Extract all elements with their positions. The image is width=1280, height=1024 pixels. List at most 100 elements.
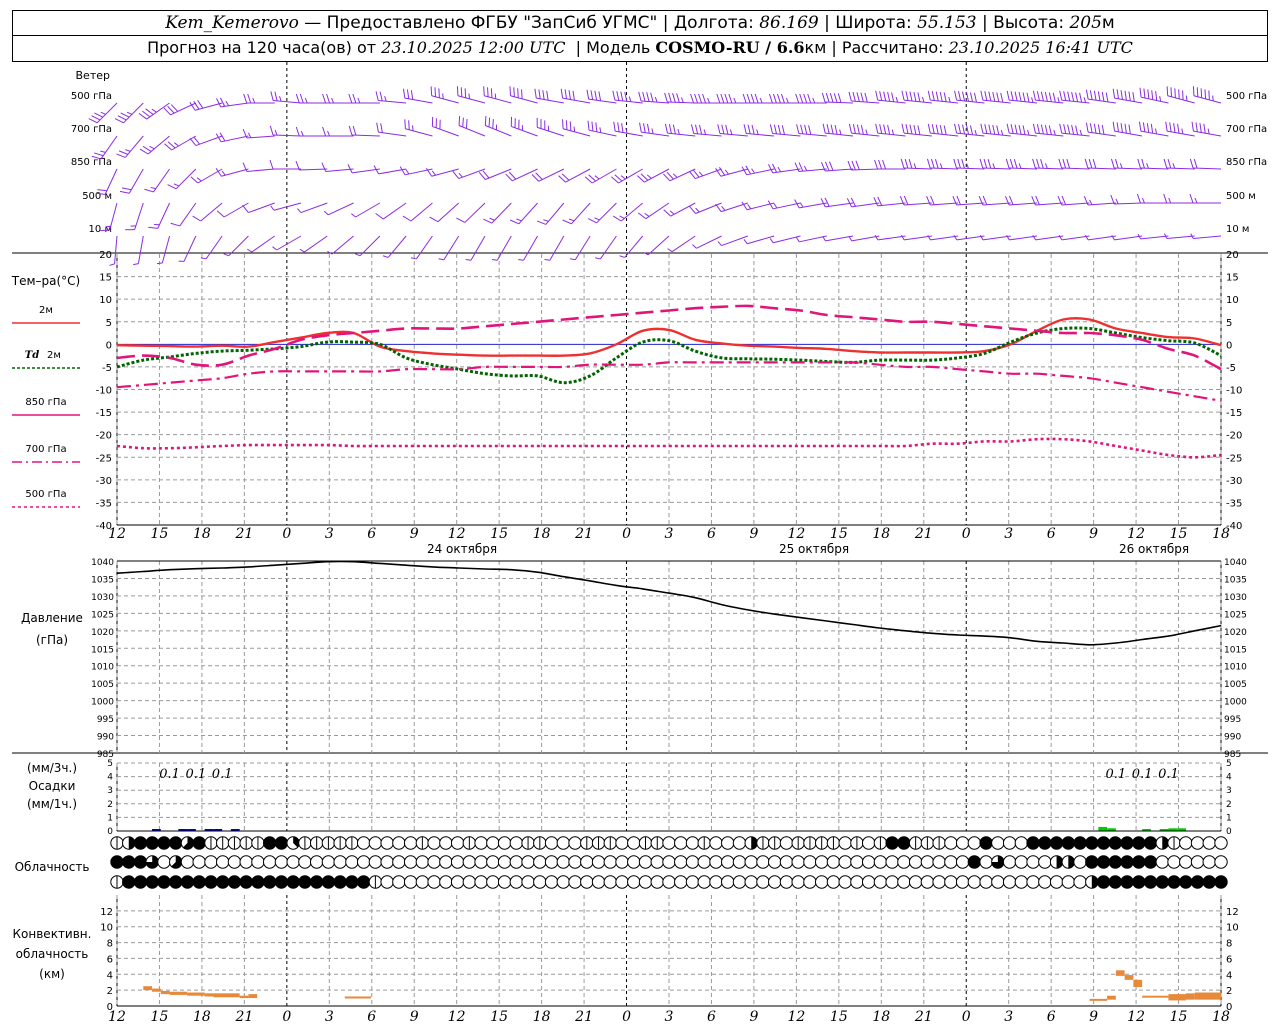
wind-barb [322,126,354,137]
x-tick-label: 3 [665,526,674,542]
wind-barb-half [516,218,522,222]
wind-barb-staff [773,235,801,244]
cloud-circle [544,836,559,850]
wind-barb-flag [148,226,158,229]
wind-barb-flag [820,198,826,208]
wind-barb [402,202,433,222]
cloud-circle [803,855,817,869]
wind-barb-staff [614,99,643,104]
wind-barb-flag [568,90,571,100]
wind-barb-flag [883,91,887,102]
cloud-symbol [415,875,430,889]
wind-barb-flag [586,89,590,100]
wind-barb-half [221,170,226,176]
wind-barb-flag [1014,124,1018,135]
wind-barb-half [109,263,115,266]
wind-barb-staff [272,134,302,137]
x-tick-label: 18 [872,526,890,542]
wind-barb-staff [772,202,801,210]
wind-barb-flag [1199,123,1202,133]
y-tick-label: 10 [100,923,113,934]
cloud-fill [885,836,899,850]
cloud-symbol [309,875,324,889]
wind-barb-staff [596,202,617,224]
wind-barb-flag [962,91,966,102]
cloud-symbol [944,836,958,850]
convective-bar [1150,995,1169,998]
cloud-symbol [544,875,559,889]
wind-barb-flag [1022,125,1026,135]
wind-barb-staff [153,168,170,193]
wind-barb-half [1018,163,1022,169]
cloud-circle [955,836,970,850]
wind-barb-flag [1014,91,1018,102]
cloud-symbol [979,855,993,869]
cloud-symbol [486,836,500,850]
cloud-symbol [944,855,958,869]
wind-barb-flag [879,91,883,101]
y-tick-label: 1 [107,813,113,823]
wind-barb [536,202,565,225]
wind-barb-flag [613,121,616,132]
wind-barb-half [573,126,576,132]
wind-barb-flag [1101,124,1105,135]
wind-barb-flag [192,215,201,222]
wind-barb-staff [747,235,775,245]
wind-barb-flag [487,87,489,97]
y-tick-label: 0 [1226,1002,1232,1013]
wind-barb-flag [590,90,594,100]
wind-barb-half [759,97,763,104]
cloud-symbol [756,836,770,850]
wind-barb-staff [128,168,144,194]
wind-barb-flag [725,124,729,135]
wind-barb-flag [1044,124,1048,135]
wind-barb-flag [1178,89,1180,99]
cloud-symbol [897,836,911,850]
wind-barb-staff [223,202,249,218]
cloud-symbol [814,855,829,869]
wind-barb-flag [992,124,996,135]
cloud-symbol [591,836,606,850]
wind-barb-flag [646,123,650,134]
wind-barb-half [105,225,111,228]
wind-barb-half [465,258,472,261]
cloud-circle [709,855,723,869]
cloud-fill [134,836,147,850]
cloud-fill [122,855,135,869]
wind-barb-flag [513,87,515,97]
wind-barb [769,124,801,137]
wind-barb [246,235,276,253]
cloud-symbol [521,875,535,889]
wind-barb-staff [183,235,197,262]
wind-barb [1085,234,1116,241]
wind-barb-half [654,96,658,103]
cloud-symbol [932,875,946,889]
wind-barb-staff [1088,98,1116,104]
cloud-symbol [110,836,124,850]
cloud-symbol [1155,836,1169,850]
cloud-symbol [497,875,512,889]
wind-barb-flag [509,86,512,96]
wind-barb-half [891,129,895,135]
wind-barb [243,93,275,104]
wind-barb [1059,123,1090,137]
cloud-fill [298,875,312,889]
wind-barb-flag [170,222,180,227]
x-tick-label: 15 [830,526,848,542]
cloud-symbol [1132,875,1146,889]
wind-barb-flag [664,92,668,103]
cloud-symbol [650,855,664,869]
y-tick-label: -30 [96,476,112,487]
x-tick-label: 3 [325,1009,334,1024]
cloud-symbol [732,836,747,850]
wind-barb-flag [462,117,464,128]
cloud-circle [721,836,735,850]
cloud-symbol [627,836,641,850]
cloud-circle [662,875,676,889]
temp-title: Тем–ра(°C) [11,274,80,288]
wind-barb-flag [934,159,939,169]
wind-barb-flag [650,92,654,103]
cloud-symbol [861,855,876,869]
x-tick-label: 9 [410,526,419,542]
cloud-symbol [674,855,688,869]
